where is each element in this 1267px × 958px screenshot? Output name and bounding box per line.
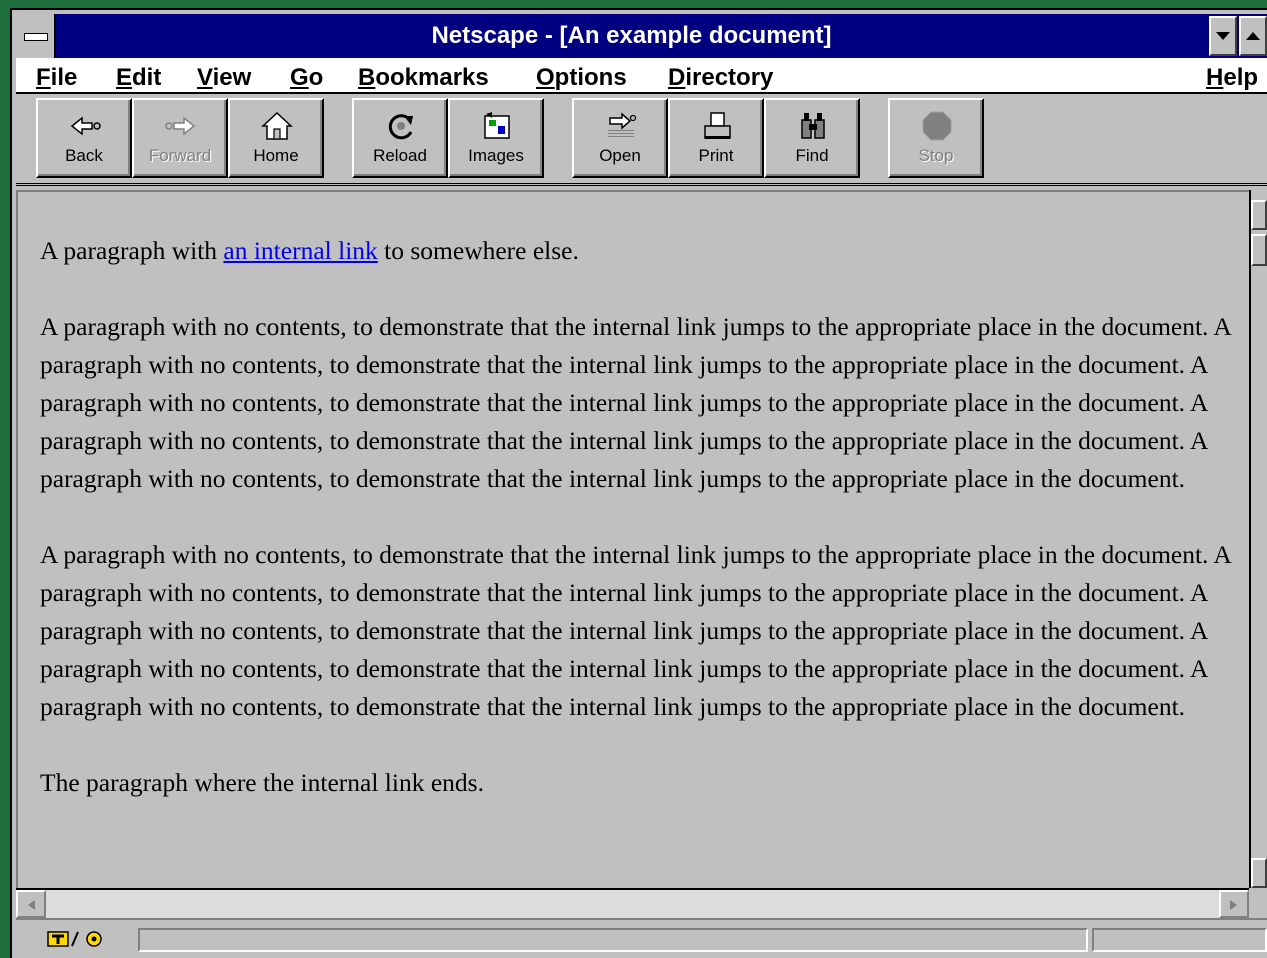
menu-view[interactable]: View bbox=[197, 58, 251, 92]
scroll-thumb[interactable] bbox=[1251, 234, 1267, 266]
menu-options[interactable]: Options bbox=[536, 58, 627, 92]
open-label: Open bbox=[599, 146, 641, 165]
print-icon bbox=[704, 112, 731, 139]
reload-label: Reload bbox=[373, 146, 427, 165]
images-icon bbox=[484, 112, 510, 139]
reload-button[interactable]: Reload bbox=[352, 98, 448, 178]
forward-button[interactable]: Forward bbox=[132, 98, 228, 178]
paragraph-1-after: to somewhere else. bbox=[377, 236, 579, 265]
open-button[interactable]: Open bbox=[572, 98, 668, 178]
maximize-button[interactable] bbox=[1239, 16, 1267, 56]
scroll-right-button[interactable] bbox=[1219, 890, 1249, 918]
menu-directory[interactable]: Directory bbox=[668, 58, 773, 92]
menu-help[interactable]: Help bbox=[1206, 58, 1258, 92]
menu-go[interactable]: Go bbox=[290, 58, 323, 92]
minimize-icon bbox=[1216, 32, 1230, 40]
left-arrow-icon bbox=[28, 900, 35, 910]
find-button[interactable]: Find bbox=[764, 98, 860, 178]
images-label: Images bbox=[468, 146, 524, 165]
print-label: Print bbox=[698, 146, 734, 165]
stop-label: Stop bbox=[918, 146, 954, 165]
back-button[interactable]: Back bbox=[36, 98, 132, 178]
home-button[interactable]: Home bbox=[228, 98, 324, 178]
scroll-down-button[interactable] bbox=[1251, 858, 1267, 888]
reload-icon bbox=[388, 114, 413, 140]
print-button[interactable]: Print bbox=[668, 98, 764, 178]
status-bar bbox=[16, 918, 1267, 958]
system-menu-button[interactable] bbox=[16, 14, 56, 58]
back-label: Back bbox=[65, 146, 103, 165]
forward-arrow-icon bbox=[165, 116, 196, 136]
back-arrow-icon bbox=[70, 116, 101, 136]
images-button[interactable]: Images bbox=[448, 98, 544, 178]
paragraph-1: A paragraph with an internal link to som… bbox=[40, 232, 1240, 270]
browser-window: Netscape - [An example document] File Ed… bbox=[10, 8, 1267, 958]
scroll-left-button[interactable] bbox=[16, 890, 46, 918]
status-progress bbox=[1092, 928, 1267, 952]
scroll-up-button[interactable] bbox=[1251, 200, 1267, 230]
forward-label: Forward bbox=[148, 146, 212, 165]
window-title: Netscape - [An example document] bbox=[431, 22, 832, 49]
find-label: Find bbox=[795, 146, 829, 165]
menu-bar: File Edit View Go Bookmarks Options Dire… bbox=[16, 58, 1267, 94]
find-icon bbox=[801, 113, 825, 139]
title-bar[interactable]: Netscape - [An example document] bbox=[16, 14, 1267, 58]
vertical-scrollbar[interactable] bbox=[1249, 190, 1267, 888]
broken-key-icon[interactable] bbox=[44, 926, 114, 952]
paragraph-4: The paragraph where the internal link en… bbox=[40, 768, 484, 797]
maximize-icon bbox=[1246, 32, 1260, 40]
document-body: A paragraph with an internal link to som… bbox=[40, 232, 1240, 840]
page-content: A paragraph with an internal link to som… bbox=[16, 190, 1249, 888]
right-arrow-icon bbox=[1230, 900, 1237, 910]
toolbar: Back Forward Home Reload Images Open Pri… bbox=[16, 94, 1267, 186]
stop-button[interactable]: Stop bbox=[888, 98, 984, 178]
menu-bookmarks[interactable]: Bookmarks bbox=[358, 58, 489, 92]
paragraph-3: A paragraph with no contents, to demonst… bbox=[40, 540, 1231, 721]
minimize-button[interactable] bbox=[1209, 16, 1237, 56]
paragraph-2: A paragraph with no contents, to demonst… bbox=[40, 312, 1231, 493]
stop-icon bbox=[922, 111, 952, 141]
menu-edit[interactable]: Edit bbox=[116, 58, 161, 92]
open-icon bbox=[608, 112, 637, 139]
paragraph-1-before: A paragraph with bbox=[40, 236, 224, 265]
menu-file[interactable]: File bbox=[36, 58, 77, 92]
home-label: Home bbox=[253, 146, 299, 165]
horizontal-scrollbar[interactable] bbox=[16, 888, 1249, 918]
internal-link[interactable]: an internal link bbox=[223, 236, 377, 265]
status-message bbox=[138, 928, 1088, 952]
system-menu-icon bbox=[24, 33, 48, 41]
home-icon bbox=[261, 111, 293, 140]
